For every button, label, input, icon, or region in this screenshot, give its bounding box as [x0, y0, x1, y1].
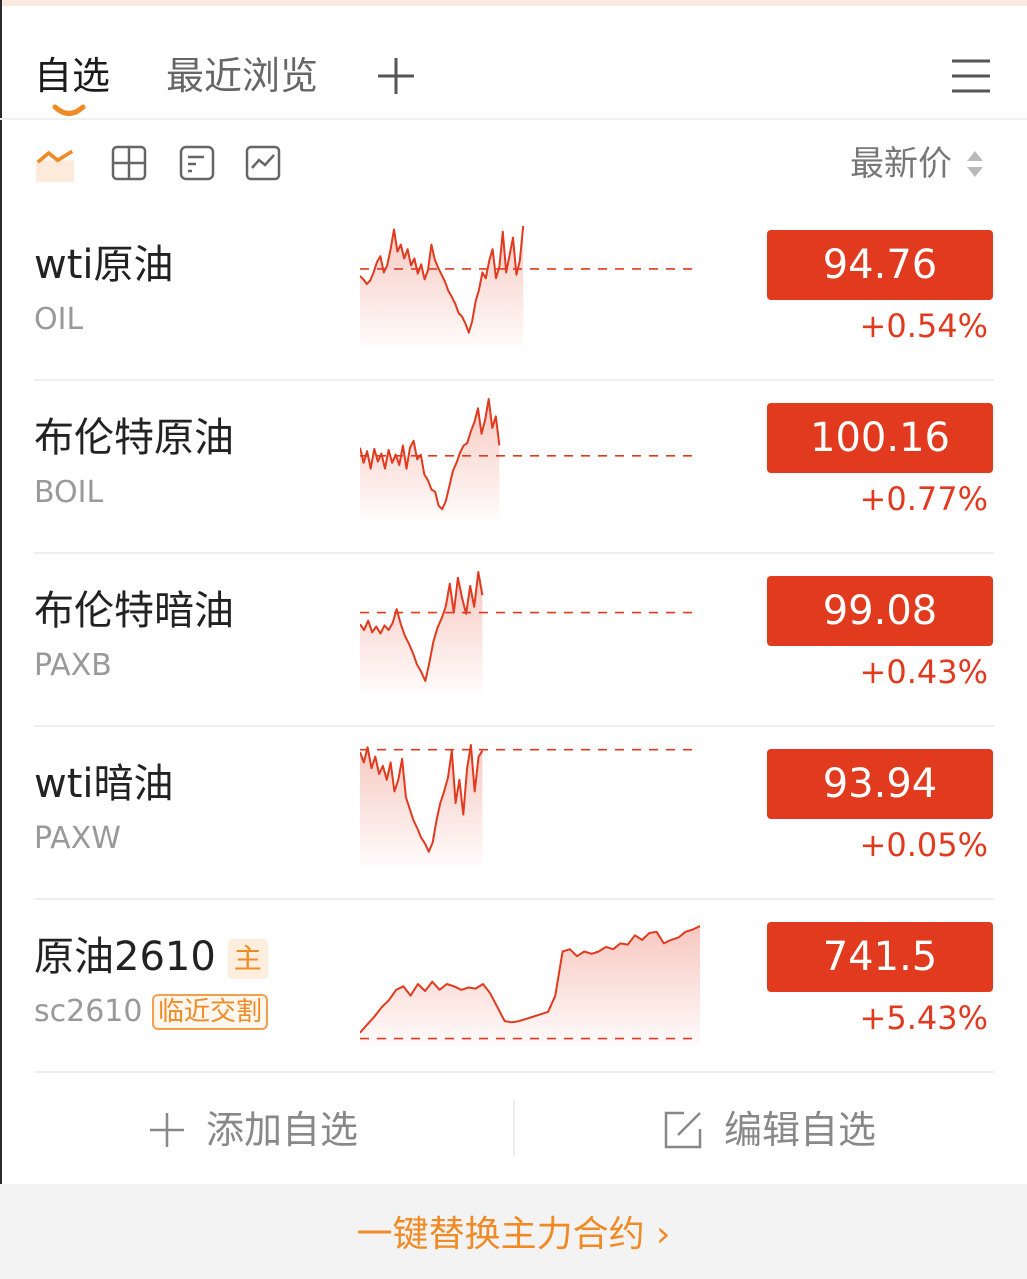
header-tabs: 自选 最近浏览	[0, 10, 1027, 118]
sparkline-chart	[360, 571, 700, 692]
instrument-name: 布伦特原油	[34, 415, 234, 461]
watchlist-actions: 添加自选 编辑自选	[0, 1072, 1027, 1184]
edit-watchlist-button[interactable]: 编辑自选	[662, 1102, 876, 1158]
instrument-name: wti原油	[34, 242, 174, 288]
edit-watchlist-label: 编辑自选	[724, 1108, 877, 1152]
last-price: 93.94	[767, 749, 993, 819]
add-watchlist-button[interactable]: 添加自选	[148, 1102, 358, 1158]
instrument-code: PAXW	[34, 821, 121, 856]
replace-main-contract-link[interactable]: 一键替换主力合约 ›	[0, 1210, 1027, 1260]
instrument-code: sc2610	[34, 994, 143, 1029]
add-watchlist-label: 添加自选	[206, 1108, 359, 1152]
edit-icon	[664, 1111, 702, 1149]
tab-watchlist[interactable]: 自选	[34, 52, 110, 100]
sparkline-area	[360, 226, 524, 346]
tab-recent[interactable]: 最近浏览	[166, 52, 318, 100]
instrument-code: OIL	[34, 302, 84, 337]
instrument-name: 原油2610 主	[34, 932, 268, 982]
price-change: +0.05%	[859, 826, 988, 864]
price-change: +0.43%	[859, 653, 988, 691]
last-price: 741.5	[767, 922, 993, 992]
instrument-code: BOIL	[34, 475, 104, 510]
last-price: 94.76	[767, 230, 993, 300]
instrument-name: 布伦特暗油	[34, 588, 234, 634]
list-item[interactable]: wti原油 OIL 94.76 +0.54%	[34, 208, 994, 381]
sparkline-chart	[360, 744, 700, 865]
sparkline-area	[360, 926, 700, 1046]
line-view-icon[interactable]	[36, 144, 74, 182]
card-view-icon[interactable]	[178, 144, 216, 182]
instrument-name-text: 原油2610	[34, 934, 216, 980]
sparkline-chart	[360, 225, 700, 346]
active-tab-indicator	[52, 104, 86, 116]
actions-divider	[513, 1100, 515, 1156]
price-change: +0.54%	[859, 307, 988, 345]
grid-view-icon[interactable]	[110, 144, 148, 182]
list-item[interactable]: 布伦特原油 BOIL 100.16 +0.77%	[34, 381, 994, 554]
plus-icon	[150, 1113, 184, 1147]
header-divider	[0, 118, 1027, 120]
sparkline-chart	[360, 925, 700, 1046]
sort-arrows-icon[interactable]	[964, 148, 986, 180]
footer-bar: 一键替换主力合约 ›	[0, 1184, 1027, 1279]
list-item[interactable]: 原油2610 主 sc2610 临近交割 741.5 +5.43%	[34, 900, 994, 1073]
near-delivery-badge: 临近交割	[152, 994, 269, 1030]
chart-view-icon[interactable]	[244, 144, 282, 182]
sort-by-price[interactable]: 最新价	[850, 142, 952, 186]
menu-icon[interactable]	[950, 56, 992, 96]
sparkline-chart	[360, 398, 700, 519]
price-change: +0.77%	[859, 480, 988, 518]
instrument-code: PAXB	[34, 648, 112, 683]
list-item[interactable]: 布伦特暗油 PAXB 99.08 +0.43%	[34, 554, 994, 727]
instrument-name: wti暗油	[34, 761, 174, 807]
main-contract-tag: 主	[227, 939, 268, 979]
list-item[interactable]: wti暗油 PAXW 93.94 +0.05%	[34, 727, 994, 900]
price-change: +5.43%	[859, 999, 988, 1037]
top-strip	[0, 0, 1027, 6]
last-price: 100.16	[767, 403, 993, 473]
last-price: 99.08	[767, 576, 993, 646]
add-tab-icon[interactable]	[376, 56, 416, 96]
